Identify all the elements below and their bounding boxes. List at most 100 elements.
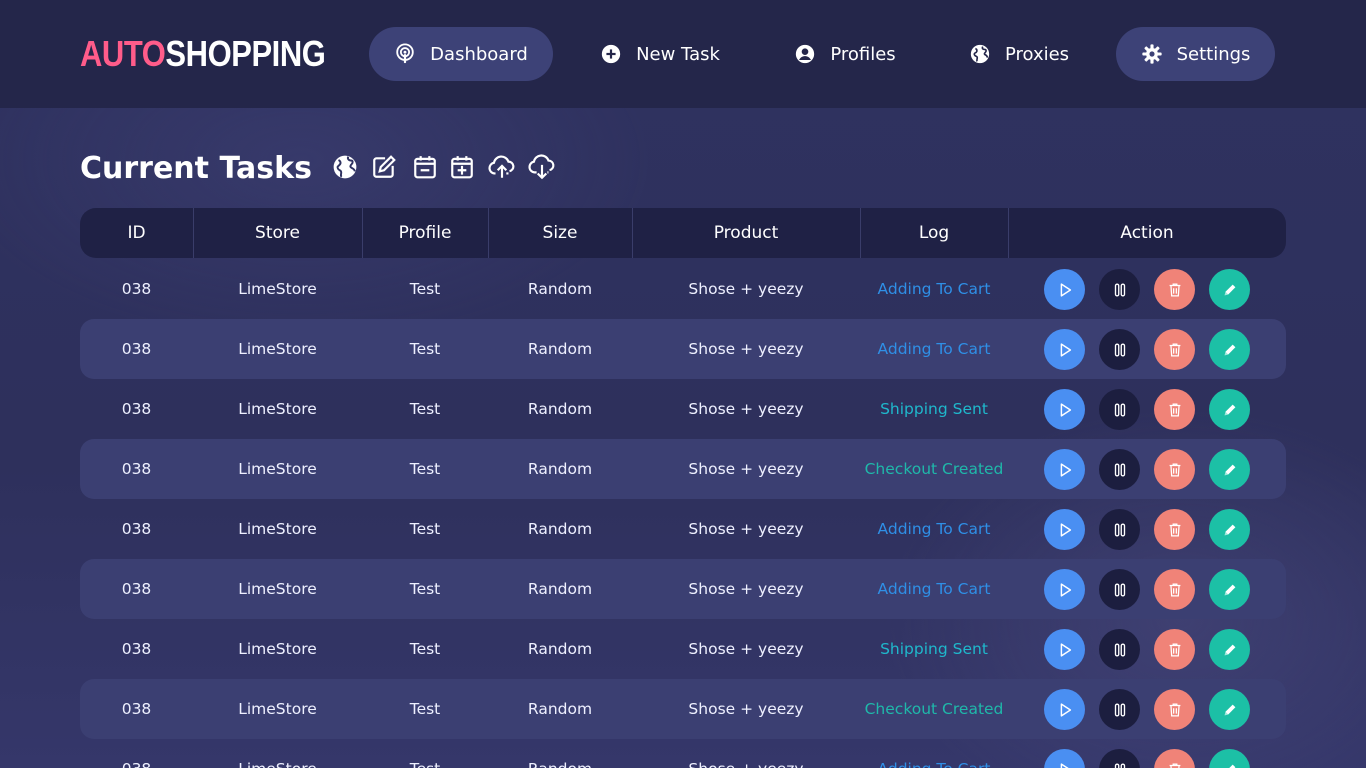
- user-circle-icon: [794, 43, 816, 65]
- table-row[interactable]: 038 LimeStore Test Random Shose + yeezy Shipp…: [80, 619, 1286, 679]
- start-task-button[interactable]: [1044, 449, 1085, 490]
- pause-task-button[interactable]: [1099, 329, 1140, 370]
- edit-task-button[interactable]: [1209, 449, 1250, 490]
- pencil-icon: [1221, 461, 1239, 479]
- edit-task-button[interactable]: [1209, 749, 1250, 768]
- nav-profiles[interactable]: Profiles: [775, 27, 915, 81]
- delete-task-button[interactable]: [1154, 569, 1195, 610]
- edit-task-button[interactable]: [1209, 329, 1250, 370]
- pause-icon: [1111, 281, 1129, 299]
- play-icon: [1056, 761, 1074, 768]
- delete-task-button[interactable]: [1154, 449, 1195, 490]
- start-task-button[interactable]: [1044, 689, 1085, 730]
- edit-task-button[interactable]: [1209, 629, 1250, 670]
- edit-task-button[interactable]: [1209, 389, 1250, 430]
- delete-task-button[interactable]: [1154, 749, 1195, 768]
- pencil-icon: [1221, 281, 1239, 299]
- calendar-minus-icon[interactable]: [412, 154, 438, 180]
- cell-id: 038: [121, 280, 152, 298]
- delete-task-button[interactable]: [1154, 509, 1195, 550]
- cell-id: 038: [80, 739, 193, 768]
- cell-product: Shose + yeezy: [688, 280, 804, 298]
- pause-icon: [1111, 701, 1129, 719]
- table-row[interactable]: 038 LimeStore Test Random Shose + yeezy Check…: [80, 439, 1286, 499]
- cell-size: Random: [527, 640, 593, 658]
- play-icon: [1056, 581, 1074, 599]
- cell-profile: Test: [409, 340, 441, 358]
- start-task-button[interactable]: [1044, 749, 1085, 768]
- start-task-button[interactable]: [1044, 569, 1085, 610]
- pause-task-button[interactable]: [1099, 389, 1140, 430]
- nav-label: Dashboard: [430, 43, 528, 65]
- pause-task-button[interactable]: [1099, 509, 1140, 550]
- pause-icon: [1111, 581, 1129, 599]
- pause-icon: [1111, 401, 1129, 419]
- start-task-button[interactable]: [1044, 629, 1085, 670]
- start-task-button[interactable]: [1044, 509, 1085, 550]
- nav-settings[interactable]: Settings: [1116, 27, 1275, 81]
- nav-label: Proxies: [1004, 43, 1070, 65]
- column-header-store[interactable]: Store: [193, 208, 362, 258]
- main-nav: Dashboard New Task Profiles Proxies Sett…: [0, 27, 1366, 81]
- cell-profile: Test: [409, 280, 441, 298]
- table-row[interactable]: 038LimeStoreTestRandomShose + yeezyAddin…: [80, 259, 1286, 319]
- column-header-profile[interactable]: Profile: [362, 208, 488, 258]
- edit-task-button[interactable]: [1209, 269, 1250, 310]
- column-header-id[interactable]: ID: [80, 208, 193, 258]
- edit-icon[interactable]: [371, 154, 397, 180]
- nav-proxies[interactable]: Proxies: [950, 27, 1088, 81]
- column-header-size[interactable]: Size: [488, 208, 632, 258]
- cell-product: Shose + yeezy: [688, 400, 804, 418]
- nav-dashboard[interactable]: Dashboard: [369, 27, 553, 81]
- pause-icon: [1111, 521, 1129, 539]
- edit-task-button[interactable]: [1209, 689, 1250, 730]
- globe-icon[interactable]: [332, 154, 358, 180]
- column-header-log[interactable]: Log: [860, 208, 1008, 258]
- delete-task-button[interactable]: [1154, 329, 1195, 370]
- cell-product: Shose + yeezy: [632, 739, 860, 768]
- cell-product: Shose + yeezy: [688, 640, 804, 658]
- start-task-button[interactable]: [1044, 329, 1085, 370]
- pause-task-button[interactable]: [1099, 569, 1140, 610]
- delete-task-button[interactable]: [1154, 269, 1195, 310]
- table-row[interactable]: 038 LimeStore Test Random Shose + yeezy Check…: [80, 679, 1286, 739]
- cell-log: Adding To Cart: [860, 739, 1008, 768]
- delete-task-button[interactable]: [1154, 689, 1195, 730]
- cell-store: LimeStore: [238, 340, 317, 358]
- trash-icon: [1166, 641, 1184, 659]
- table-row[interactable]: 038 LimeStore Test Random Shose + yeezy Shipp…: [80, 379, 1286, 439]
- start-task-button[interactable]: [1044, 389, 1085, 430]
- edit-task-button[interactable]: [1209, 569, 1250, 610]
- start-task-button[interactable]: [1044, 269, 1085, 310]
- nav-new-task[interactable]: New Task: [580, 27, 740, 81]
- play-icon: [1056, 401, 1074, 419]
- edit-task-button[interactable]: [1209, 509, 1250, 550]
- top-bar: AUTO SHOPPING Dashboard New Task Profiles…: [0, 0, 1366, 108]
- plus-circle-icon: [600, 43, 622, 65]
- trash-icon: [1166, 761, 1184, 768]
- cell-size: Random: [527, 340, 593, 358]
- table-row[interactable]: 038LimeStoreTestRandomShose + yeezyAddin…: [80, 559, 1286, 619]
- gear-icon: [1141, 43, 1163, 65]
- table-header: ID Store Profile Size Product Log Action: [80, 208, 1286, 258]
- cloud-upload-icon[interactable]: [488, 154, 516, 180]
- pause-icon: [1111, 761, 1129, 768]
- delete-task-button[interactable]: [1154, 389, 1195, 430]
- pause-task-button[interactable]: [1099, 689, 1140, 730]
- play-icon: [1056, 641, 1074, 659]
- column-header-product[interactable]: Product: [632, 208, 860, 258]
- table-row[interactable]: 038LimeStoreTestRandomShose + yeezyAddin…: [80, 739, 1286, 768]
- cell-store: LimeStore: [238, 520, 317, 538]
- table-row[interactable]: 038LimeStoreTestRandomShose + yeezyAddin…: [80, 499, 1286, 559]
- pause-task-button[interactable]: [1099, 449, 1140, 490]
- table-row[interactable]: 038LimeStoreTestRandomShose + yeezyAddin…: [80, 319, 1286, 379]
- cloud-download-icon[interactable]: [528, 154, 556, 180]
- cell-store: LimeStore: [193, 739, 362, 768]
- calendar-plus-icon[interactable]: [449, 154, 475, 180]
- pause-task-button[interactable]: [1099, 749, 1140, 768]
- pause-task-button[interactable]: [1099, 629, 1140, 670]
- cell-product: Shose + yeezy: [688, 520, 804, 538]
- delete-task-button[interactable]: [1154, 629, 1195, 670]
- pause-task-button[interactable]: [1099, 269, 1140, 310]
- cell-store: LimeStore: [238, 280, 317, 298]
